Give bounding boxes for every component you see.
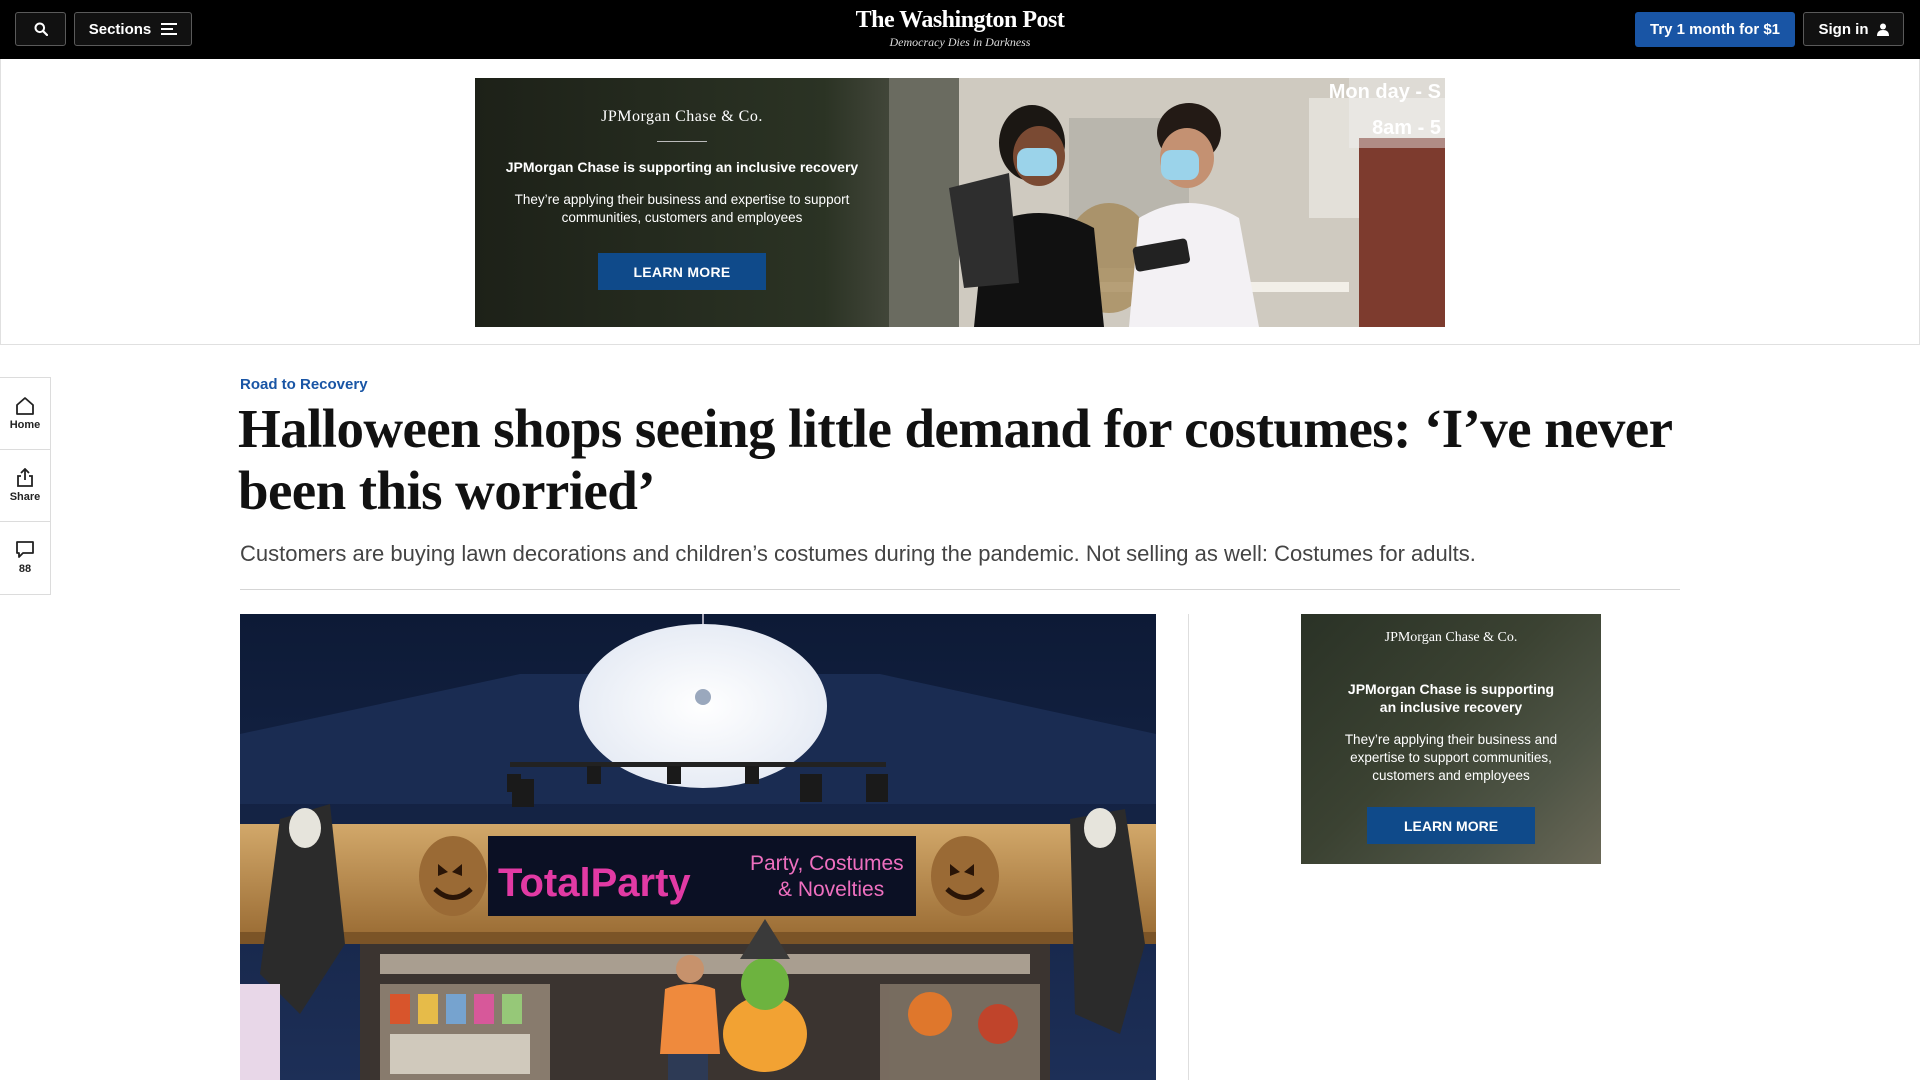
menu-icon (161, 23, 178, 35)
sections-label: Sections (88, 20, 152, 38)
store-sign-tagline-1: Party, Costumes (750, 852, 904, 875)
comment-icon (16, 541, 34, 558)
brand-wordmark: The Washington Post (855, 7, 1065, 33)
ad-copy: JPMorgan Chase & Co. JPMorgan Chase is s… (475, 78, 889, 327)
search-button[interactable] (15, 12, 66, 46)
rail-share-button[interactable]: Share (0, 450, 50, 522)
ad-photo-two-people-masks: Mon day - S 8am - 5 (889, 78, 1445, 327)
side-ad-advertiser-logo: JPMorgan Chase & Co. (1384, 630, 1518, 645)
left-action-rail: Home Share 88 (0, 377, 51, 595)
share-icon (17, 468, 33, 487)
store-sign-tagline-2: & Novelties (778, 878, 884, 901)
rail-home-label: Home (9, 419, 41, 431)
sections-menu-button[interactable]: Sections (74, 12, 192, 46)
hero-photo-illustration: TotalParty Party, Costumes & Novelties (240, 614, 1156, 1080)
sidebar-advertisement[interactable]: JPMorgan Chase & Co. JPMorgan Chase is s… (1301, 614, 1601, 864)
store-sign-name: TotalParty (498, 861, 691, 905)
user-icon (1876, 23, 1889, 36)
side-ad-headline-line-1: JPMorgan Chase is supporting (1347, 681, 1555, 697)
ad-advertiser-logo: JPMorgan Chase & Co. (601, 108, 763, 125)
site-logo[interactable]: The Washington Post Democracy Dies in Da… (760, 5, 1160, 49)
sign-in-label: Sign in (1818, 20, 1869, 38)
home-icon (16, 397, 34, 415)
header-divider (240, 589, 1680, 590)
ad-learn-more-button[interactable]: LEARN MORE (598, 253, 766, 290)
ad-body-text: They’re applying their business and expe… (514, 192, 850, 225)
article-subheadline: Customers are buying lawn decorations an… (240, 541, 1476, 566)
column-divider (1188, 614, 1189, 1080)
article-kicker-link[interactable]: Road to Recovery (240, 376, 368, 393)
search-icon (34, 22, 48, 36)
ad-sign-line-1: Mon day - S (1329, 81, 1441, 103)
rail-share-label: Share (9, 491, 41, 503)
rail-comments-count: 88 (18, 563, 32, 575)
top-nav-bar: Sections The Washington Post Democracy D… (0, 0, 1920, 60)
article-headline: Halloween shops seeing little demand for… (238, 398, 1672, 521)
ad-sign-line-2: 8am - 5 (1372, 117, 1441, 139)
rail-comments-button[interactable]: 88 (0, 522, 50, 593)
subscribe-button[interactable]: Try 1 month for $1 (1635, 12, 1795, 47)
brand-tagline: Democracy Dies in Darkness (889, 35, 1031, 49)
rail-home-button[interactable]: Home (0, 378, 50, 450)
ad-divider (657, 141, 707, 142)
sign-in-button[interactable]: Sign in (1803, 12, 1904, 46)
side-ad-headline: JPMorgan Chase is supporting an inclusiv… (1301, 680, 1601, 716)
side-ad-learn-more-button[interactable]: LEARN MORE (1367, 807, 1535, 844)
side-ad-body-text: They’re applying their business and expe… (1344, 732, 1558, 783)
side-ad-headline-line-2: an inclusive recovery (1379, 699, 1523, 715)
hero-photo-party-store[interactable]: TotalParty Party, Costumes & Novelties (240, 614, 1156, 1080)
top-advertisement[interactable]: JPMorgan Chase & Co. JPMorgan Chase is s… (475, 78, 1445, 327)
ad-headline: JPMorgan Chase is supporting an inclusiv… (505, 159, 859, 175)
